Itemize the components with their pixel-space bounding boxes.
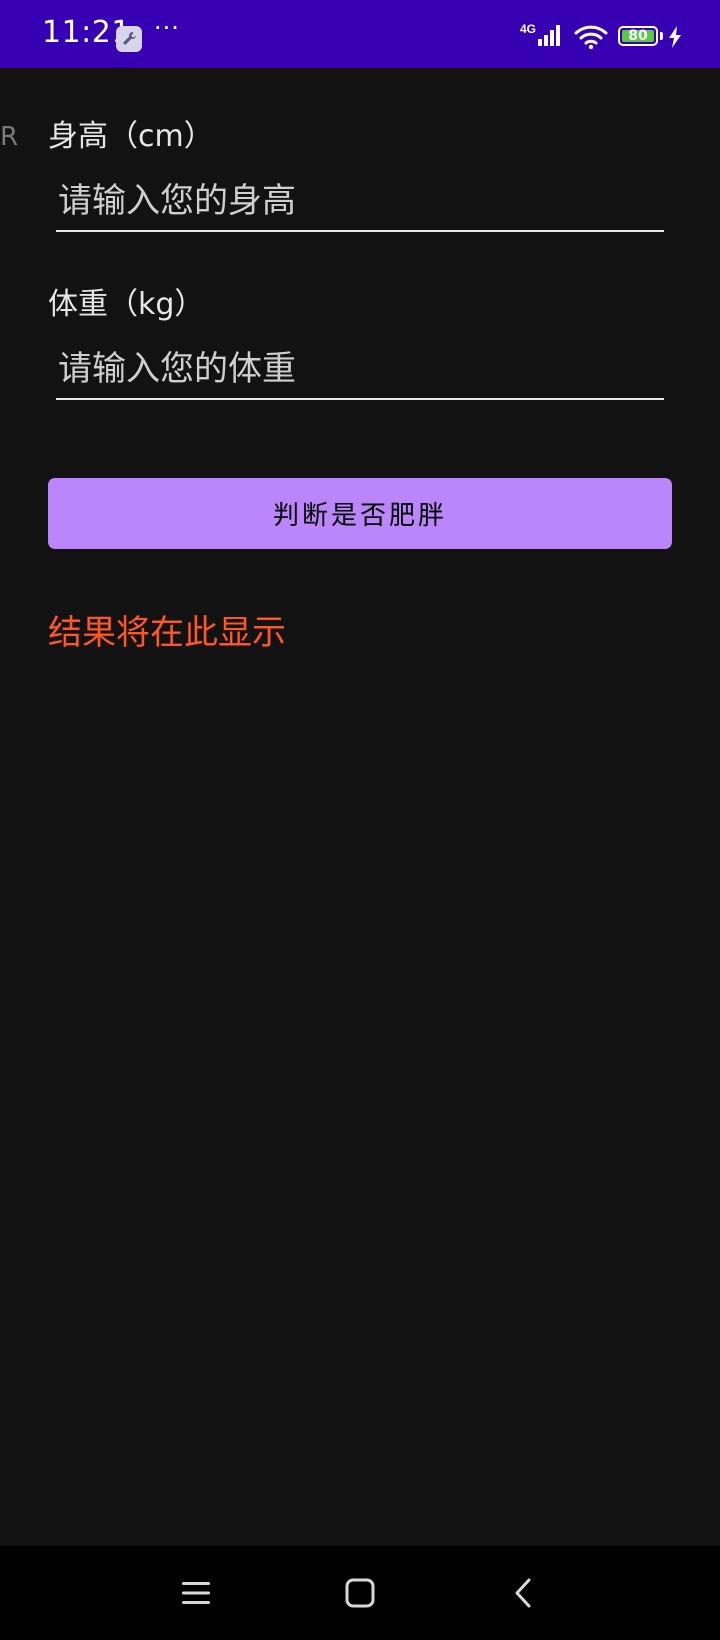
check-obesity-button[interactable]: 判断是否肥胖	[48, 478, 672, 549]
height-input[interactable]	[56, 172, 664, 232]
more-icon: ···	[154, 14, 180, 42]
navigation-bar	[0, 1546, 720, 1640]
edge-letter: R	[0, 122, 19, 152]
network-type-label: 4G	[520, 22, 536, 36]
home-icon[interactable]	[333, 1566, 387, 1620]
weight-input[interactable]	[56, 340, 664, 400]
battery-icon: 80	[618, 26, 658, 46]
status-bar: 11:21 ··· 4G 80	[0, 0, 720, 68]
weight-label: 体重（kg）	[48, 287, 205, 322]
battery-level: 80	[622, 29, 654, 43]
height-label: 身高（cm）	[48, 119, 214, 154]
debug-wrench-icon	[116, 26, 142, 52]
wifi-icon	[574, 24, 608, 54]
charging-bolt-icon	[668, 26, 682, 52]
result-text: 结果将在此显示	[48, 613, 286, 653]
app-screen: 11:21 ··· 4G 80 R 身高（cm） 请输入您的身高 体重（kg） …	[0, 0, 720, 1640]
battery-cap	[660, 32, 663, 40]
back-icon[interactable]	[496, 1566, 550, 1620]
menu-icon[interactable]	[169, 1566, 223, 1620]
signal-4g-icon: 4G	[520, 22, 566, 52]
